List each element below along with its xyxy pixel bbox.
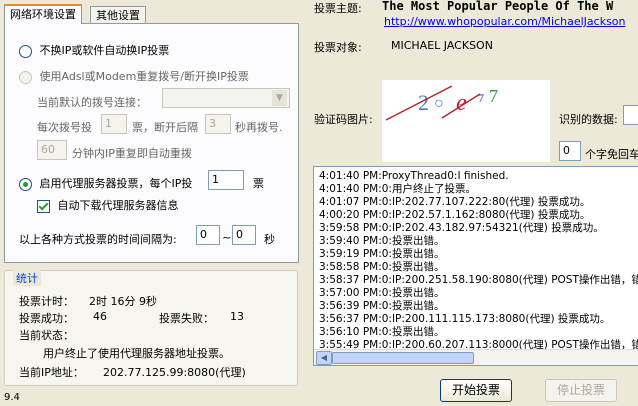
dial-connection-select[interactable]: ▼ bbox=[162, 88, 290, 108]
dial-wait-suffix: 秒再拨号. bbox=[235, 121, 283, 134]
interval-sep: ~ bbox=[222, 231, 232, 244]
dial-every-prefix: 每次拨号投 bbox=[37, 121, 92, 134]
ip-label: 当前IP地址： bbox=[19, 366, 84, 379]
stats-group: 统计 投票计时： 2时 16分 9秒 投票成功： 46 投票失败： 13 当前状… bbox=[4, 270, 298, 386]
version-label: 9.4 bbox=[4, 392, 20, 403]
log-line: 3:59:40 PM:0:投票出错。 bbox=[319, 235, 445, 247]
option-proxy-label: 启用代理服务器投票，每个IP投 bbox=[39, 177, 193, 190]
log-line: 3:56:10 PM:0:投票出错。 bbox=[319, 326, 445, 338]
ip-value: 202.77.125.99:8080(代理) bbox=[103, 366, 246, 379]
count-input[interactable]: 0 bbox=[559, 141, 581, 161]
interval-label: 以上各种方式投票的时间间隔为: bbox=[19, 233, 177, 246]
svg-text:7: 7 bbox=[489, 86, 498, 106]
log-line: 3:58:37 PM:0:IP:200.251.58.190:8080(代理) … bbox=[319, 274, 638, 286]
chevron-down-icon: ▼ bbox=[272, 90, 287, 106]
auto-download-proxy-label: 自动下载代理服务器信息 bbox=[57, 199, 179, 212]
log-line: 3:58:58 PM:0:投票出错。 bbox=[319, 261, 445, 273]
object-value: MICHAEL JACKSON bbox=[391, 39, 493, 52]
recognized-input[interactable] bbox=[623, 105, 638, 125]
status-value: 用户终止了使用代理服务器地址投票。 bbox=[43, 347, 230, 360]
captcha-label: 验证码图片: bbox=[314, 113, 373, 126]
option-adsl-redial[interactable]: 使用Adsl或Modem重复拨号/断开换IP投票 bbox=[19, 68, 249, 84]
status-label: 当前状态： bbox=[19, 329, 74, 342]
interval-max-input[interactable]: 0 bbox=[232, 225, 256, 245]
fail-value: 13 bbox=[230, 310, 244, 323]
option-adsl-redial-label: 使用Adsl或Modem重复拨号/断开换IP投票 bbox=[39, 70, 249, 83]
success-value: 46 bbox=[93, 310, 107, 323]
log-line: 3:56:39 PM:0:投票出错。 bbox=[319, 300, 445, 312]
radio-no-ip-change[interactable] bbox=[19, 44, 32, 58]
log-line: 4:01:40 PM:ProxyThread0:I finished. bbox=[319, 170, 509, 182]
log-line: 4:00:20 PM:0:IP:202.57.1.162:8080(代理) 投票… bbox=[319, 209, 591, 221]
tab-other-settings[interactable]: 其他设置 bbox=[90, 6, 146, 24]
log-line: 3:57:00 PM:0:投票出错。 bbox=[319, 287, 445, 299]
repeat-minutes-input[interactable]: 60 bbox=[37, 140, 67, 160]
log-line: 3:56:37 PM:0:IP:200.111.115.173:8080(代理)… bbox=[319, 313, 611, 325]
count-suffix: 个字免回车 bbox=[585, 148, 638, 161]
network-settings-panel: 不换IP或软件自动换IP投票 使用Adsl或Modem重复拨号/断开换IP投票 … bbox=[4, 23, 299, 263]
interval-min-input[interactable]: 0 bbox=[196, 225, 220, 245]
radio-adsl-redial[interactable] bbox=[19, 70, 32, 84]
captcha-image: 2 ○ e 7 7 bbox=[382, 80, 550, 162]
dial-wait-input[interactable]: 3 bbox=[205, 114, 231, 134]
captcha-graphic: 2 ○ e 7 7 bbox=[385, 85, 498, 121]
log-lines: 4:01:40 PM:ProxyThread0:I finished. 4:01:… bbox=[314, 167, 638, 352]
dial-every-input[interactable]: 1 bbox=[101, 114, 127, 134]
proxy-votes-input[interactable]: 1 bbox=[208, 170, 244, 190]
option-proxy[interactable]: 启用代理服务器投票，每个IP投 bbox=[19, 175, 192, 191]
repeat-minutes-suffix: 分钟内IP重复即自动重拨 bbox=[72, 147, 192, 160]
svg-text:7: 7 bbox=[478, 91, 484, 105]
tab-network-settings[interactable]: 网络环境设置 bbox=[4, 4, 82, 24]
log-line: 4:01:40 PM:0:用户终止了投票。 bbox=[319, 183, 476, 195]
topic-url-link[interactable]: http://www.whopopular.com/MichaelJackson bbox=[384, 15, 626, 28]
recognized-label: 识别的数据: bbox=[559, 113, 618, 126]
current-dial-label: 当前默认的拨号连接： bbox=[37, 96, 147, 109]
success-label: 投票成功： bbox=[19, 312, 74, 325]
interval-unit: 秒 bbox=[264, 233, 275, 246]
log-list[interactable]: 4:01:40 PM:ProxyThread0:I finished. 4:01:… bbox=[313, 166, 638, 366]
scroll-thumb[interactable] bbox=[332, 352, 474, 364]
time-value: 2时 16分 9秒 bbox=[89, 295, 157, 308]
time-label: 投票计时： bbox=[19, 295, 74, 308]
radio-proxy[interactable] bbox=[19, 177, 32, 191]
option-no-ip-change-label: 不换IP或软件自动换IP投票 bbox=[39, 44, 170, 57]
auto-download-proxy[interactable]: 自动下载代理服务器信息 bbox=[37, 197, 179, 213]
log-line: 3:59:58 PM:0:IP:202.43.182.97:54321(代理) … bbox=[319, 222, 604, 234]
topic-label: 投票主题: bbox=[314, 2, 362, 15]
topic-value: The Most Popular People Of The W bbox=[382, 0, 614, 13]
fail-label: 投票失败： bbox=[159, 312, 214, 325]
dial-every-mid: 票，断开后隔 bbox=[132, 121, 198, 134]
svg-text:○: ○ bbox=[434, 95, 444, 112]
stop-vote-button[interactable]: 停止投票 bbox=[545, 379, 617, 402]
auto-download-proxy-checkbox[interactable] bbox=[37, 199, 50, 213]
stats-title: 统计 bbox=[13, 270, 41, 286]
log-line: 4:01:07 PM:0:IP:202.77.107.222:80(代理) 投票… bbox=[319, 196, 591, 208]
start-vote-button[interactable]: 开始投票 bbox=[440, 379, 512, 402]
proxy-votes-suffix: 票 bbox=[253, 177, 264, 190]
object-label: 投票对象: bbox=[314, 41, 362, 54]
log-line: 3:59:19 PM:0:投票出错。 bbox=[319, 248, 445, 260]
option-no-ip-change[interactable]: 不换IP或软件自动换IP投票 bbox=[19, 42, 169, 58]
horizontal-scrollbar[interactable]: ◀ bbox=[314, 349, 638, 365]
scroll-left-icon[interactable]: ◀ bbox=[316, 351, 332, 365]
